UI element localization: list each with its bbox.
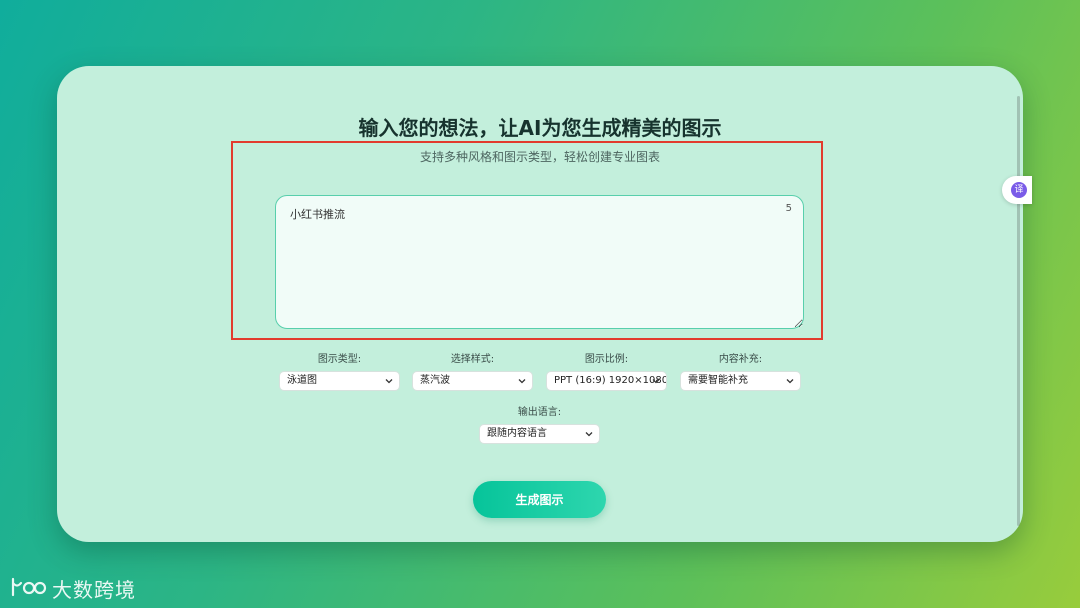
language-label: 输出语言: [517, 407, 562, 418]
diagram-type-select[interactable]: 泳道图 [279, 371, 400, 391]
prompt-container: 5 [275, 195, 804, 329]
chevron-down-icon [585, 432, 593, 437]
content-field: 内容补充: 需要智能补充 [680, 353, 801, 391]
ratio-label: 图示比例: [584, 354, 629, 365]
style-label: 选择样式: [450, 354, 495, 365]
diagram-type-value: 泳道图 [287, 375, 317, 386]
page-title: 输入您的想法，让AI为您生成精美的图示 [358, 116, 722, 140]
chevron-down-icon [518, 379, 526, 384]
watermark-text: 大数跨境 [52, 577, 136, 602]
chevron-down-icon [786, 379, 794, 384]
style-field: 选择样式: 蒸汽波 [412, 353, 533, 391]
watermark: 大数跨境 [10, 573, 136, 603]
style-select[interactable]: 蒸汽波 [412, 371, 533, 391]
content-select[interactable]: 需要智能补充 [680, 371, 801, 391]
char-count: 5 [785, 203, 792, 214]
chevron-down-icon [385, 379, 393, 384]
diagram-type-label: 图示类型: [317, 354, 362, 365]
prompt-input[interactable] [275, 195, 804, 329]
diagram-type-field: 图示类型: 泳道图 [279, 353, 400, 391]
side-translate-widget[interactable]: 译 [1002, 176, 1032, 204]
brand-logo-icon [11, 577, 47, 597]
language-select[interactable]: 跟随内容语言 [479, 424, 600, 444]
ratio-select[interactable]: PPT (16:9) 1920×1080 [546, 371, 667, 391]
style-value: 蒸汽波 [420, 375, 450, 386]
chevron-down-icon [652, 379, 660, 384]
content-label: 内容补充: [718, 354, 763, 365]
generate-button[interactable]: 生成图示 [473, 481, 606, 518]
content-value: 需要智能补充 [688, 375, 748, 386]
language-value: 跟随内容语言 [487, 428, 547, 439]
ratio-field: 图示比例: PPT (16:9) 1920×1080 [546, 353, 667, 391]
translate-icon: 译 [1011, 182, 1027, 198]
language-field: 输出语言: 跟随内容语言 [479, 406, 600, 444]
